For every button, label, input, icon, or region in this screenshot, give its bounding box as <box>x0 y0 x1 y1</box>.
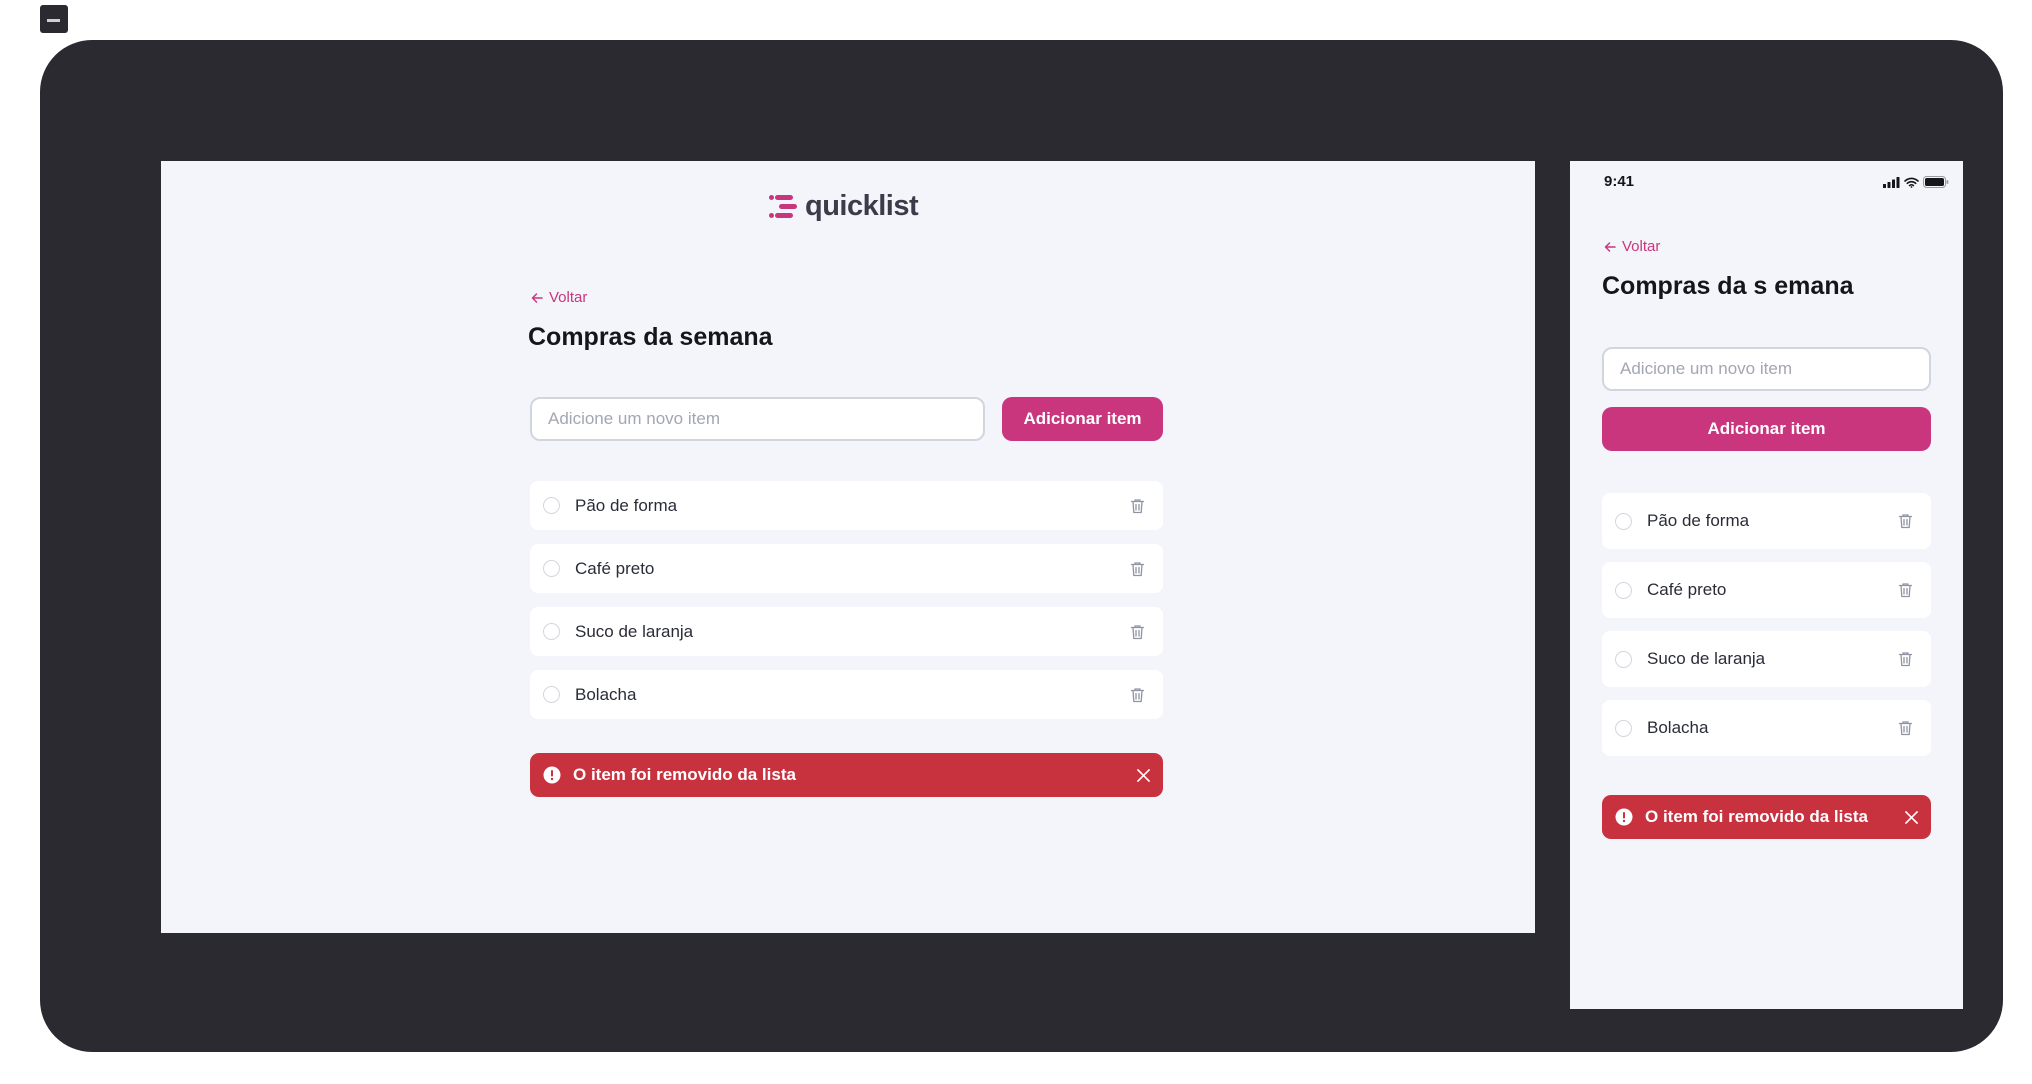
mobile-screen: 9:41 Voltar Compras da s emana Adicionar… <box>1570 161 1963 1009</box>
add-item-button[interactable]: Adicionar item <box>1602 407 1931 451</box>
logo-icon <box>769 193 799 221</box>
item-checkbox[interactable] <box>543 560 560 577</box>
list-item: Café preto <box>530 544 1163 593</box>
item-checkbox[interactable] <box>543 686 560 703</box>
list-item: Suco de laranja <box>1602 631 1931 687</box>
page-title: Compras da s emana <box>1602 272 1854 300</box>
trash-icon[interactable] <box>1897 513 1913 529</box>
trash-icon[interactable] <box>1897 582 1913 598</box>
item-label: Pão de forma <box>575 495 678 515</box>
close-icon[interactable] <box>1135 767 1151 783</box>
item-label: Café preto <box>575 558 655 578</box>
removed-toast: O item foi removido da lista <box>1602 795 1931 839</box>
desktop-screen: quicklist Voltar Compras da semana Adici… <box>161 161 1535 933</box>
trash-icon[interactable] <box>1129 561 1145 577</box>
item-checkbox[interactable] <box>543 497 560 514</box>
file-icon <box>40 5 68 33</box>
toast-message: O item foi removido da lista <box>573 765 796 784</box>
item-list: Pão de forma Café preto Suco de laranja … <box>530 481 1163 719</box>
close-icon[interactable] <box>1903 809 1919 825</box>
list-item: Café preto <box>1602 562 1931 618</box>
battery-icon <box>1923 176 1949 188</box>
wifi-icon <box>1904 177 1919 188</box>
trash-icon[interactable] <box>1897 651 1913 667</box>
add-item-button[interactable]: Adicionar item <box>1002 397 1163 441</box>
status-time: 9:41 <box>1604 173 1635 190</box>
item-label: Suco de laranja <box>1647 649 1766 668</box>
back-label: Voltar <box>1622 238 1661 255</box>
new-item-input[interactable] <box>530 397 985 441</box>
trash-icon[interactable] <box>1129 498 1145 514</box>
list-item: Bolacha <box>530 670 1163 719</box>
item-label: Bolacha <box>1647 718 1709 737</box>
item-checkbox[interactable] <box>1615 581 1632 599</box>
item-checkbox[interactable] <box>1615 512 1632 530</box>
back-label: Voltar <box>549 289 588 306</box>
back-link[interactable]: Voltar <box>1604 238 1660 255</box>
trash-icon[interactable] <box>1129 624 1145 640</box>
arrow-left-icon <box>1604 241 1616 252</box>
signal-icon <box>1883 176 1900 188</box>
item-checkbox[interactable] <box>1615 650 1632 668</box>
removed-toast: O item foi removido da lista <box>530 753 1163 797</box>
logo-text: quicklist <box>805 190 919 222</box>
page-title: Compras da semana <box>528 323 773 351</box>
new-item-input[interactable] <box>1602 347 1931 391</box>
item-checkbox[interactable] <box>543 623 560 640</box>
item-label: Bolacha <box>575 684 637 704</box>
toast-message: O item foi removido da lista <box>1645 807 1868 826</box>
back-link[interactable]: Voltar <box>531 289 587 306</box>
item-label: Café preto <box>1647 580 1727 599</box>
status-bar-icons <box>1883 176 1949 188</box>
trash-icon[interactable] <box>1897 720 1913 736</box>
alert-circle-icon <box>543 766 561 784</box>
presentation-frame: quicklist Voltar Compras da semana Adici… <box>40 40 2003 1052</box>
list-item: Pão de forma <box>530 481 1163 530</box>
trash-icon[interactable] <box>1129 687 1145 703</box>
arrow-left-icon <box>531 292 543 303</box>
item-checkbox[interactable] <box>1615 719 1632 737</box>
item-label: Suco de laranja <box>575 621 694 641</box>
list-item: Suco de laranja <box>530 607 1163 656</box>
list-item: Pão de forma <box>1602 493 1931 549</box>
item-label: Pão de forma <box>1647 511 1750 530</box>
alert-circle-icon <box>1615 808 1633 826</box>
logo: quicklist <box>769 190 919 223</box>
item-list: Pão de forma Café preto Suco de laranja … <box>1602 493 1931 756</box>
list-item: Bolacha <box>1602 700 1931 756</box>
